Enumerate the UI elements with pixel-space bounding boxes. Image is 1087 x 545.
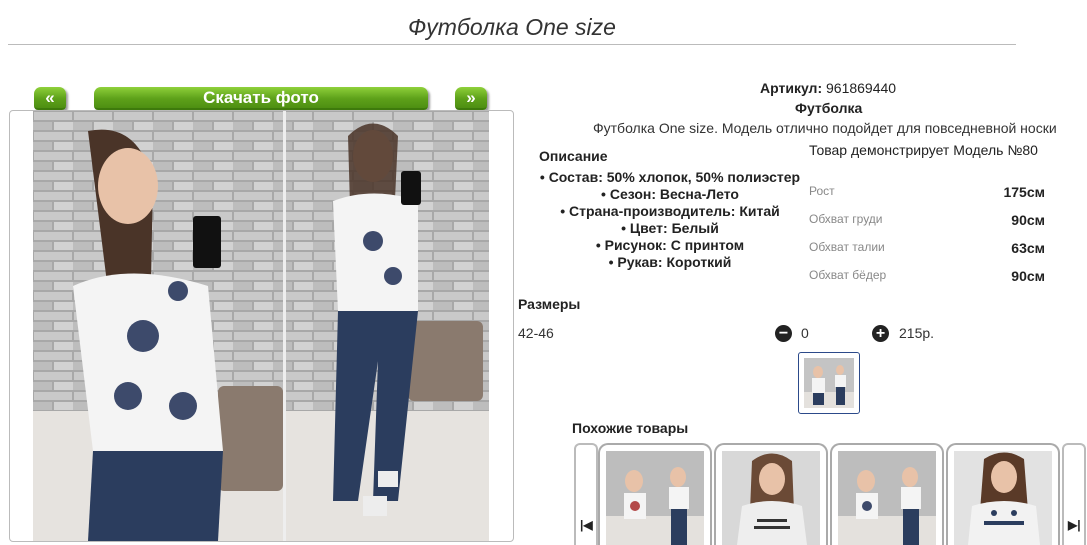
list-item: • Состав: 50% хлопок, 50% полиэстер xyxy=(539,169,801,185)
article-line: Артикул: 961869440 xyxy=(760,80,896,96)
download-photo-button[interactable]: Скачать фото xyxy=(94,87,428,110)
list-item: • Рисунок: С принтом xyxy=(595,237,745,253)
similar-product-image xyxy=(838,451,936,545)
quantity-value: 0 xyxy=(801,325,809,341)
similar-product-card[interactable] xyxy=(830,443,944,545)
size-value: 42-46 xyxy=(518,325,554,341)
sizes-title: Размеры xyxy=(518,296,581,312)
similar-product-card[interactable] xyxy=(714,443,828,545)
measurement-label: Обхват талии xyxy=(809,240,885,254)
product-photo-frame xyxy=(9,110,514,542)
thumbnail-image xyxy=(804,358,854,408)
minus-icon[interactable]: − xyxy=(775,325,792,342)
similar-products-title: Похожие товары xyxy=(572,420,689,436)
article-value: 961869440 xyxy=(826,80,897,96)
size-price: 215р. xyxy=(899,325,935,341)
carousel-next-button[interactable]: ▶| xyxy=(1062,443,1086,545)
carousel-next-icon: ▶| xyxy=(1068,518,1081,532)
measurement-label: Рост xyxy=(809,184,835,198)
similar-product-image xyxy=(954,451,1052,545)
plus-icon[interactable]: + xyxy=(872,325,889,342)
list-item: • Цвет: Белый xyxy=(621,220,719,236)
list-item: • Сезон: Весна-Лето xyxy=(601,186,739,202)
product-description: Футболка One size. Модель отлично подойд… xyxy=(593,120,1057,136)
measurement-label: Обхват бёдер xyxy=(809,268,887,282)
next-photo-button[interactable]: » xyxy=(455,87,487,110)
measurement-label: Обхват груди xyxy=(809,212,883,226)
list-item: • Страна-производитель: Китай xyxy=(560,203,780,219)
similar-product-image xyxy=(722,451,820,545)
similar-product-card[interactable] xyxy=(946,443,1060,545)
page-title: Футболка One size xyxy=(408,14,616,40)
product-photo xyxy=(33,111,489,541)
measurement-value: 175см xyxy=(1003,184,1045,200)
model-note: Товар демонстрирует Модель №80 xyxy=(809,142,1038,158)
measurement-value: 90см xyxy=(1011,212,1045,228)
product-category: Футболка xyxy=(795,100,863,116)
list-item: • Рукав: Короткий xyxy=(608,254,732,270)
article-label: Артикул: xyxy=(760,80,823,96)
description-title: Описание xyxy=(539,148,608,164)
similar-product-image xyxy=(606,451,704,545)
carousel-prev-icon: |◀ xyxy=(580,518,593,532)
measurement-value: 90см xyxy=(1011,268,1045,284)
selected-thumbnail[interactable] xyxy=(798,352,860,414)
carousel-prev-button[interactable]: |◀ xyxy=(574,443,598,545)
measurement-value: 63см xyxy=(1011,240,1045,256)
prev-photo-button[interactable]: « xyxy=(34,87,66,110)
similar-product-card[interactable] xyxy=(598,443,712,545)
title-divider xyxy=(8,44,1016,45)
description-list: • Состав: 50% хлопок, 50% полиэстер • Се… xyxy=(530,169,810,271)
